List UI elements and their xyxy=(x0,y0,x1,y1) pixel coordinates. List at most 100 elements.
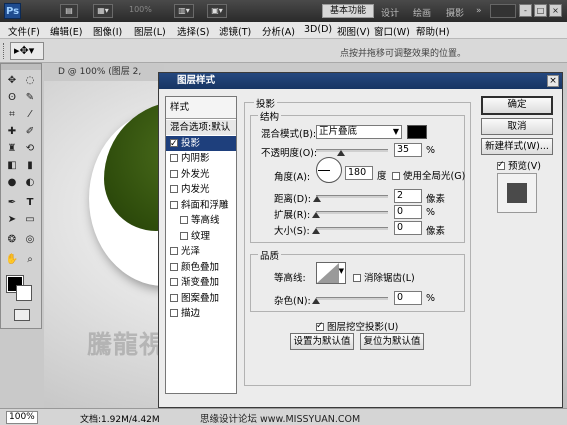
angle-input[interactable]: 180 xyxy=(345,166,373,180)
style-checkbox[interactable] xyxy=(170,154,178,162)
style-list-item[interactable]: 光泽 xyxy=(166,244,236,259)
type-tool-icon[interactable]: T xyxy=(23,196,37,210)
new-style-button[interactable]: 新建样式(W)... xyxy=(481,138,553,155)
bridge-icon[interactable]: ▤ xyxy=(60,4,78,18)
opacity-input[interactable]: 35 xyxy=(394,143,422,157)
style-checkbox[interactable] xyxy=(180,231,188,240)
move-tool-icon[interactable]: ✥ xyxy=(5,74,19,88)
menu-help[interactable]: 帮助(H) xyxy=(416,24,450,38)
zoom-tool-icon[interactable]: ⌕ xyxy=(23,253,37,267)
global-light-checkbox[interactable] xyxy=(392,172,400,180)
view-extras-icon[interactable]: ▦▾ xyxy=(93,4,113,18)
knockout-row[interactable]: 图层挖空投影(U) xyxy=(316,319,398,333)
3d-rotate-tool-icon[interactable]: ❂ xyxy=(5,233,19,247)
style-list-item[interactable]: 混合选项:默认 xyxy=(166,120,236,135)
quick-mask-icon[interactable] xyxy=(14,309,30,321)
tool-preset-picker[interactable]: ▸✥▾ xyxy=(10,42,44,60)
distance-slider[interactable] xyxy=(313,195,388,202)
workspace-more-icon[interactable]: » xyxy=(476,6,482,16)
maximize-button[interactable]: □ xyxy=(534,4,547,17)
menu-file[interactable]: 文件(F) xyxy=(8,24,40,38)
dodge-tool-icon[interactable]: ◐ xyxy=(23,176,37,190)
opacity-slider-knob[interactable] xyxy=(337,150,346,156)
style-checkbox[interactable] xyxy=(170,262,178,271)
style-list-item[interactable]: 投影 xyxy=(166,135,236,152)
style-checkbox[interactable] xyxy=(170,137,178,152)
style-list-item[interactable]: 描边 xyxy=(166,306,236,321)
noise-slider[interactable] xyxy=(312,297,388,304)
make-default-button[interactable]: 设置为默认值 xyxy=(290,333,354,350)
style-checkbox[interactable] xyxy=(170,278,178,286)
zoom-level-field[interactable]: 100% xyxy=(6,411,38,424)
document-tab[interactable]: D @ 100% (图层 2, RGB/8) xyxy=(44,64,164,94)
style-list-item[interactable]: 颜色叠加 xyxy=(166,260,236,275)
style-list-item[interactable]: 渐变叠加 xyxy=(166,275,236,290)
screen-mode-icon[interactable]: ▣▾ xyxy=(207,4,227,18)
menu-image[interactable]: 图像(I) xyxy=(93,24,122,38)
history-brush-tool-icon[interactable]: ⟲ xyxy=(23,142,37,156)
crop-tool-icon[interactable]: ⌗ xyxy=(5,108,19,122)
style-list-item[interactable]: 外发光 xyxy=(166,167,236,182)
size-slider[interactable] xyxy=(312,227,388,234)
size-slider-knob[interactable] xyxy=(312,228,320,234)
style-checkbox[interactable] xyxy=(170,309,178,317)
knockout-checkbox[interactable] xyxy=(316,321,324,331)
blur-tool-icon[interactable]: ● xyxy=(5,176,19,190)
antialias-row[interactable]: 消除锯齿(L) xyxy=(353,270,415,284)
style-list-item[interactable]: 内发光 xyxy=(166,182,236,197)
distance-input[interactable]: 2 xyxy=(394,189,422,203)
shadow-color-swatch[interactable] xyxy=(407,125,427,139)
style-list-item[interactable]: 图案叠加 xyxy=(166,291,236,306)
spread-input[interactable]: 0 xyxy=(394,205,422,219)
cancel-button[interactable]: 取消 xyxy=(481,118,553,135)
style-checkbox[interactable] xyxy=(170,200,178,209)
minimize-button[interactable]: - xyxy=(519,4,532,17)
quick-select-tool-icon[interactable]: ✎ xyxy=(23,91,37,105)
close-button[interactable]: × xyxy=(549,4,562,17)
eyedropper-tool-icon[interactable]: ⁄ xyxy=(23,108,37,122)
dialog-close-button[interactable]: × xyxy=(547,75,559,87)
style-list-item[interactable]: 斜面和浮雕 xyxy=(166,198,236,213)
preview-checkbox-row[interactable]: 预览(V) xyxy=(497,158,541,172)
menu-edit[interactable]: 编辑(E) xyxy=(50,24,82,38)
zoom-combo[interactable]: 100% xyxy=(129,5,152,14)
marquee-tool-icon[interactable]: ◌ xyxy=(23,74,37,88)
contour-picker[interactable]: ▼ xyxy=(316,262,346,284)
clone-stamp-tool-icon[interactable]: ♜ xyxy=(5,142,19,156)
noise-input[interactable]: 0 xyxy=(394,291,422,305)
menu-3d[interactable]: 3D(D) xyxy=(304,24,332,35)
style-checkbox[interactable] xyxy=(170,247,178,255)
tools-panel-header[interactable] xyxy=(1,64,41,70)
menu-window[interactable]: 窗口(W) xyxy=(374,24,410,38)
options-grip[interactable] xyxy=(3,43,6,59)
angle-dial[interactable] xyxy=(316,157,342,183)
workspace-tab-design[interactable]: 设计 xyxy=(381,6,399,19)
arrange-docs-icon[interactable]: ▥▾ xyxy=(174,4,194,18)
gradient-tool-icon[interactable]: ▮ xyxy=(23,159,37,173)
antialias-checkbox[interactable] xyxy=(353,274,361,282)
cs-live-icon[interactable] xyxy=(490,4,516,18)
style-checkbox[interactable] xyxy=(170,293,178,302)
preview-checkbox[interactable] xyxy=(497,160,505,170)
style-list-item[interactable]: 内阴影 xyxy=(166,151,236,166)
distance-slider-knob[interactable] xyxy=(313,196,322,202)
style-list-header[interactable]: 样式 xyxy=(166,97,236,119)
workspace-button[interactable]: 基本功能 xyxy=(322,4,374,18)
menu-analysis[interactable]: 分析(A) xyxy=(262,24,295,38)
global-light-row[interactable]: 使用全局光(G) xyxy=(392,168,465,182)
style-list-item[interactable]: 等高线 xyxy=(166,213,236,228)
opacity-slider[interactable] xyxy=(316,149,388,156)
document-info[interactable]: 文档:1.92M/4.42M xyxy=(80,412,160,425)
3d-orbit-tool-icon[interactable]: ◎ xyxy=(23,233,37,247)
path-select-tool-icon[interactable]: ➤ xyxy=(5,213,19,227)
spread-slider[interactable] xyxy=(312,211,388,218)
ok-button[interactable]: 确定 xyxy=(481,96,553,115)
lasso-tool-icon[interactable]: ʘ xyxy=(5,91,19,105)
reset-default-button[interactable]: 复位为默认值 xyxy=(360,333,424,350)
dialog-title[interactable]: 图层样式 xyxy=(159,73,562,89)
workspace-tab-painting[interactable]: 绘画 xyxy=(413,6,431,19)
noise-slider-knob[interactable] xyxy=(312,298,320,304)
hand-tool-icon[interactable]: ✋ xyxy=(5,253,19,267)
background-color-swatch[interactable] xyxy=(16,285,32,301)
workspace-tab-photography[interactable]: 摄影 xyxy=(446,6,464,19)
